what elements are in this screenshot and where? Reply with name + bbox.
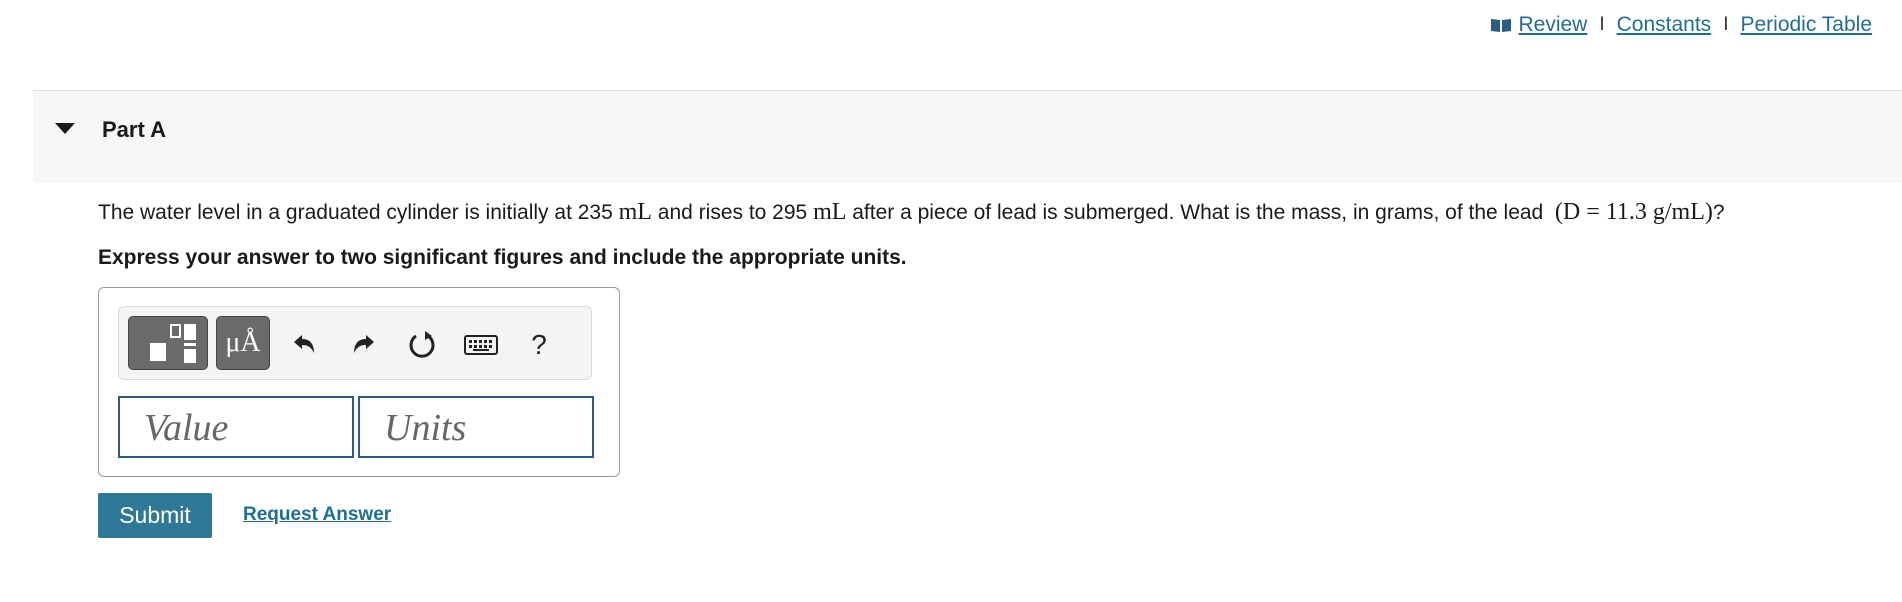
book-icon bbox=[1491, 19, 1512, 32]
resource-links: Review I Constants I Periodic Table bbox=[1490, 13, 1872, 37]
link-separator: I bbox=[1723, 14, 1729, 35]
unit-ml: mL bbox=[813, 199, 847, 225]
constants-link[interactable]: Constants bbox=[1617, 13, 1712, 37]
undo-button[interactable] bbox=[284, 325, 324, 365]
part-title: Part A bbox=[102, 117, 166, 142]
link-separator: I bbox=[1599, 14, 1605, 35]
request-answer-link[interactable]: Request Answer bbox=[243, 504, 391, 526]
units-label: μÅ bbox=[225, 327, 261, 358]
question-segment: and rises to 295 bbox=[651, 201, 814, 224]
templates-button[interactable] bbox=[128, 316, 208, 370]
caret-down-icon[interactable] bbox=[55, 123, 75, 134]
review-link[interactable]: Review bbox=[1518, 13, 1587, 37]
question-segment: The water level in a graduated cylinder … bbox=[98, 201, 619, 224]
math-toolbar: μÅ ? bbox=[118, 306, 592, 380]
redo-icon bbox=[354, 335, 374, 353]
redo-button[interactable] bbox=[344, 325, 384, 365]
instruction-text: Express your answer to two significant f… bbox=[98, 246, 907, 269]
reset-button[interactable] bbox=[402, 325, 442, 365]
density-expression: (D = 11.3 g/mL) bbox=[1554, 199, 1713, 225]
reset-icon bbox=[409, 331, 435, 358]
undo-icon bbox=[294, 335, 314, 353]
help-button[interactable]: ? bbox=[524, 325, 554, 365]
unit-ml: mL bbox=[618, 199, 652, 225]
question-segment: after a piece of lead is submerged. What… bbox=[846, 201, 1550, 224]
units-button[interactable]: μÅ bbox=[216, 316, 270, 370]
keyboard-button[interactable] bbox=[459, 325, 503, 365]
part-header[interactable]: Part A bbox=[33, 90, 1902, 183]
submit-button[interactable]: Submit bbox=[98, 493, 212, 538]
answer-box: μÅ ? Value Units bbox=[98, 287, 620, 477]
help-label: ? bbox=[531, 329, 547, 360]
question-segment: ? bbox=[1712, 201, 1725, 224]
templates-icon bbox=[150, 324, 196, 363]
question-text: The water level in a graduated cylinder … bbox=[98, 199, 1725, 226]
value-input[interactable]: Value bbox=[118, 396, 354, 458]
keyboard-icon bbox=[464, 335, 498, 355]
units-input[interactable]: Units bbox=[358, 396, 594, 458]
periodic-table-link[interactable]: Periodic Table bbox=[1740, 13, 1872, 37]
